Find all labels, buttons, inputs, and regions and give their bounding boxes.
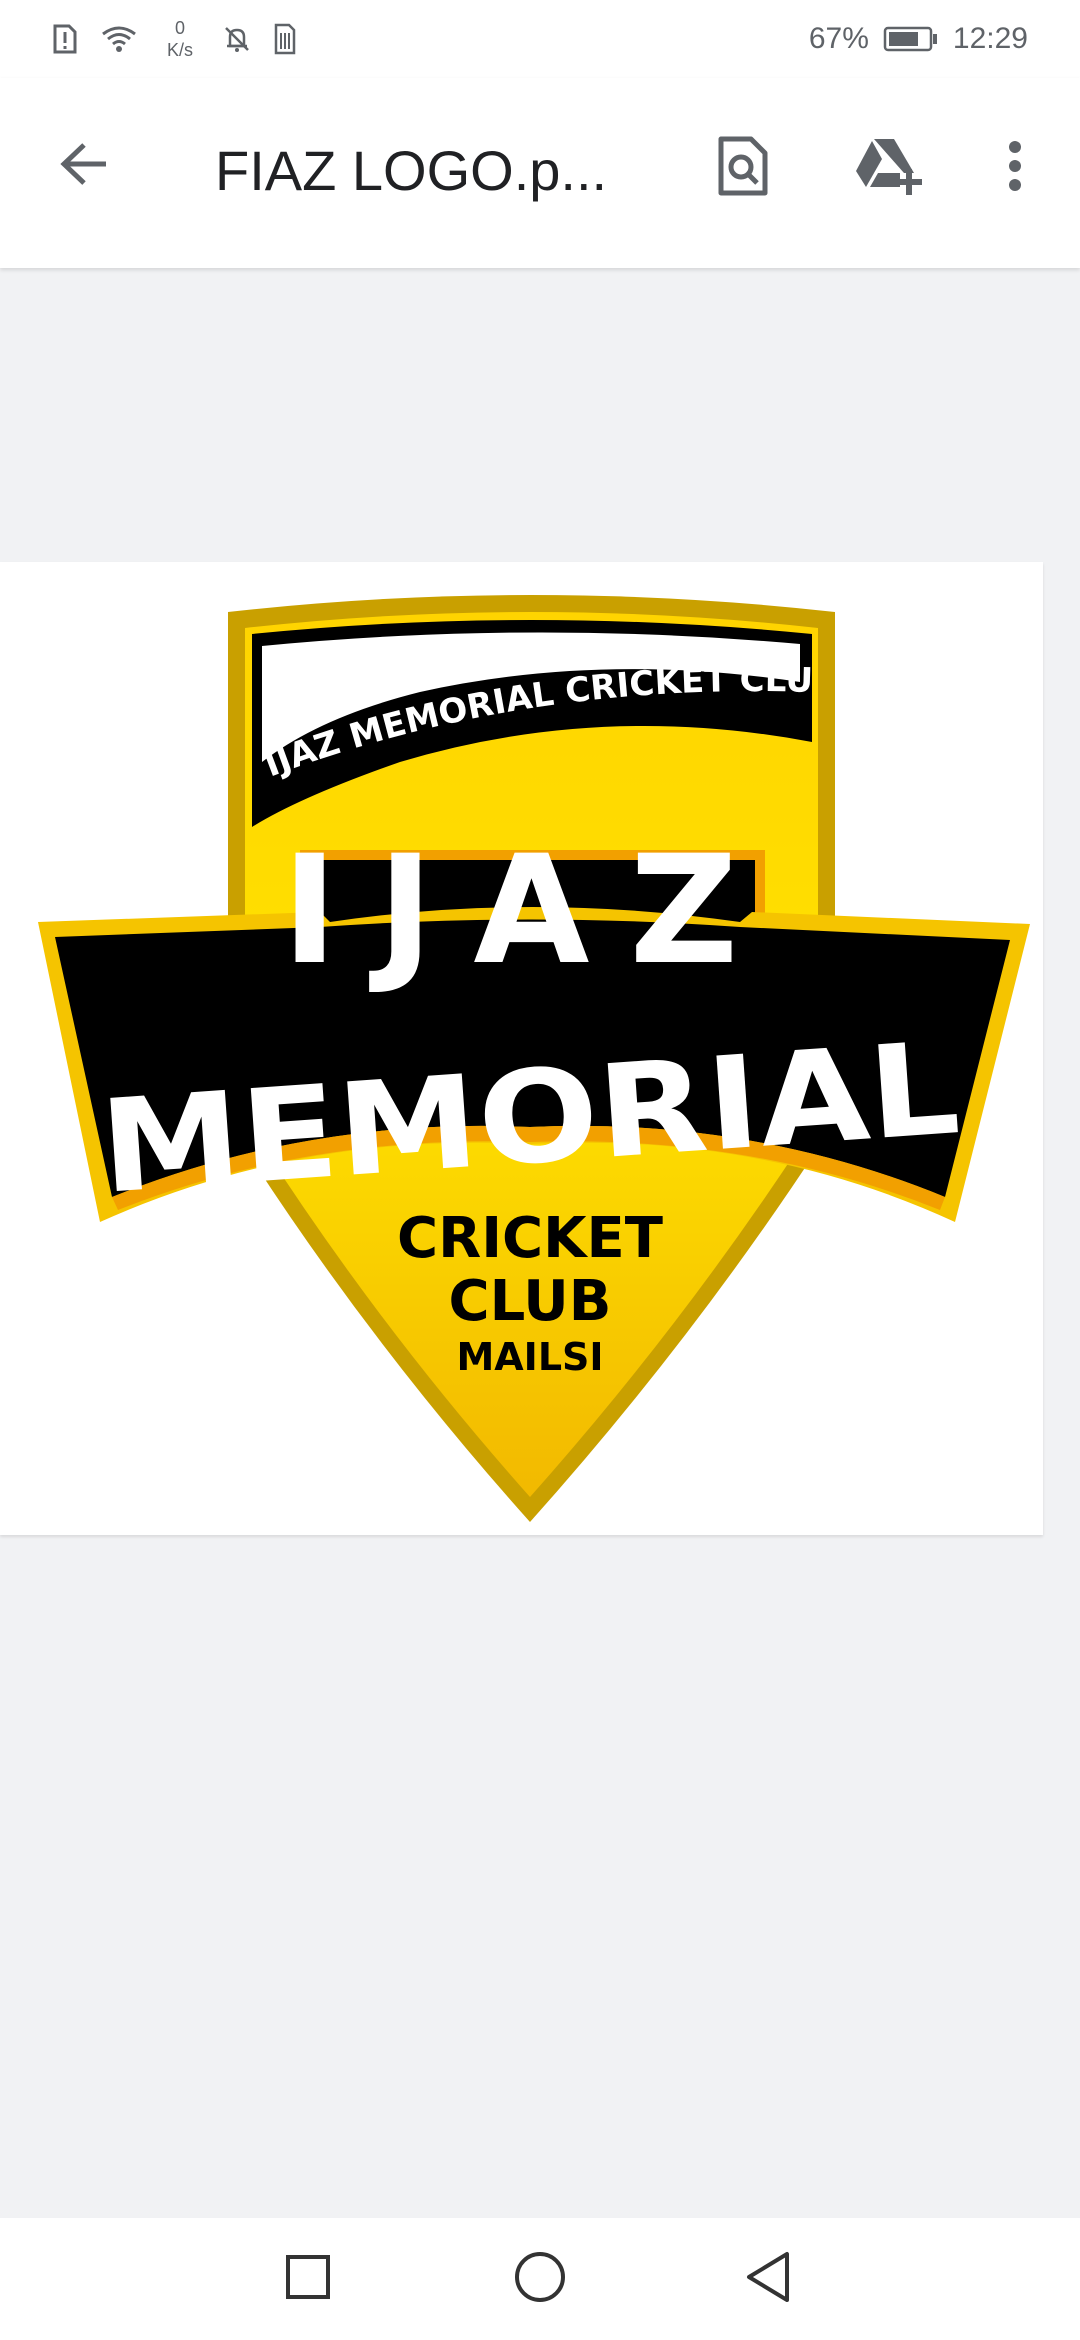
battery-icon <box>883 25 939 53</box>
status-bar: 0 K/s 67% 12:29 <box>0 0 1080 78</box>
network-speed-value: 0 <box>174 18 185 38</box>
logo-sub-mailsi: MAILSI <box>456 1335 603 1379</box>
more-options-button[interactable] <box>970 123 1060 213</box>
back-nav-button[interactable] <box>725 2236 811 2322</box>
document-search-icon <box>717 135 769 202</box>
recents-button[interactable] <box>265 2236 351 2322</box>
sim-icon <box>274 23 296 55</box>
file-title: FIAZ LOGO.p... <box>215 139 608 202</box>
add-to-drive-button[interactable] <box>842 123 932 213</box>
wifi-icon <box>100 24 138 54</box>
home-button[interactable] <box>497 2236 583 2322</box>
back-triangle-icon <box>743 2250 793 2309</box>
status-left: 0 K/s <box>52 16 296 62</box>
alert-icon <box>52 23 78 55</box>
app-bar: FIAZ LOGO.p... <box>0 78 1080 268</box>
notifications-off-icon <box>222 24 252 54</box>
back-arrow-icon <box>58 141 110 192</box>
open-with-button[interactable] <box>698 123 788 213</box>
recents-square-icon <box>283 2252 333 2307</box>
drive-add-icon <box>852 135 922 202</box>
logo-name-top: IJAZ <box>282 824 778 998</box>
network-speed-unit: K/s <box>166 40 193 60</box>
network-speed: 0 K/s <box>160 17 200 61</box>
logo-sub-club: CLUB <box>449 1269 612 1334</box>
home-circle-icon <box>513 2250 567 2309</box>
image-preview[interactable]: IJAZ MEMORIAL CRICKET CLUB IJAZ MEMORIAL… <box>0 531 1043 1535</box>
battery-percent: 67% <box>808 22 869 55</box>
club-logo: IJAZ MEMORIAL CRICKET CLUB IJAZ MEMORIAL… <box>0 531 1030 1522</box>
back-button[interactable] <box>44 126 124 206</box>
system-nav-bar <box>0 2218 1080 2340</box>
clock: 12:29 <box>952 22 1028 55</box>
logo-sub-cricket: CRICKET <box>397 1206 663 1271</box>
status-right: 67% 12:29 <box>809 16 1028 62</box>
more-vertical-icon <box>1008 140 1022 197</box>
image-viewer[interactable]: IJAZ MEMORIAL CRICKET CLUB IJAZ MEMORIAL… <box>0 270 1080 2220</box>
